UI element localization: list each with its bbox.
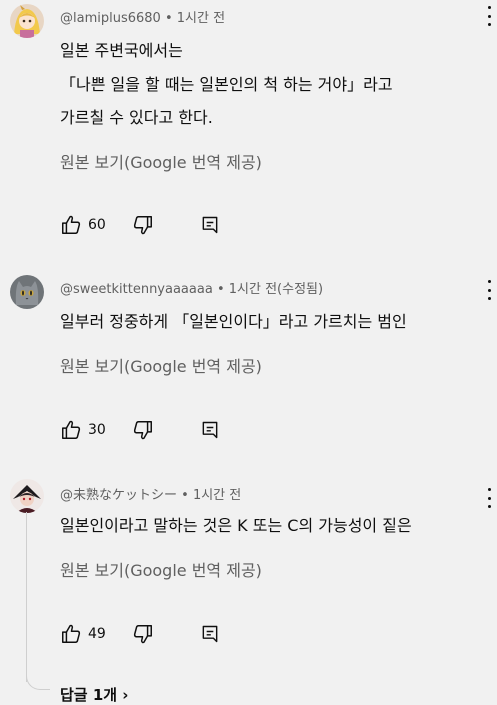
comment-meta: @sweetkittennyaaaaaa • 1시간 전(수정됨) — [60, 278, 323, 297]
comment-actions: 49 — [60, 622, 220, 646]
thumbs-up-icon — [62, 215, 81, 234]
like-button[interactable]: 30 — [60, 419, 106, 441]
meta-separator: • — [160, 11, 177, 26]
like-count: 60 — [88, 217, 106, 233]
comment-actions: 60 — [60, 213, 220, 237]
thumbs-up-icon — [62, 420, 81, 439]
more-vert-icon[interactable] — [483, 6, 495, 26]
reply-button[interactable] — [200, 420, 220, 440]
comment-time[interactable]: 1시간 전(수정됨) — [229, 282, 323, 297]
like-count: 49 — [88, 626, 106, 642]
anime-girl-avatar[interactable] — [10, 4, 44, 38]
meta-separator: • — [177, 488, 193, 503]
more-vert-icon[interactable] — [483, 280, 495, 300]
dislike-button[interactable] — [132, 214, 154, 236]
comment-author[interactable]: @未熟なケットシー — [60, 488, 177, 503]
comment-meta: @未熟なケットシー • 1시간 전 — [60, 484, 241, 503]
reply-icon — [202, 216, 218, 234]
comment-author[interactable]: @sweetkittennyaaaaaa — [60, 282, 213, 297]
see-original-link[interactable]: 원본 보기(Google 번역 제공) — [60, 353, 262, 377]
thumbs-down-icon — [133, 625, 152, 644]
comment-meta: @lamiplus6680 • 1시간 전 — [60, 7, 225, 26]
more-vert-icon[interactable] — [483, 488, 495, 508]
comment-author[interactable]: @lamiplus6680 — [60, 11, 161, 26]
like-count: 30 — [88, 422, 106, 438]
reply-button[interactable] — [200, 215, 220, 235]
thread-connector-curve — [26, 662, 50, 690]
comment-text-line: 일부러 정중하게 「일본인이다」라고 가르치는 범인 — [60, 312, 407, 331]
comment-text-line: 가르칠 수 있다고 한다. — [60, 108, 213, 127]
see-original-link[interactable]: 원본 보기(Google 번역 제공) — [60, 557, 262, 581]
like-button[interactable]: 49 — [60, 623, 106, 645]
see-original-link[interactable]: 원본 보기(Google 번역 제공) — [60, 149, 262, 173]
reply-icon — [202, 421, 218, 439]
comment-actions: 30 — [60, 418, 220, 442]
cat-avatar[interactable] — [10, 275, 44, 309]
like-button[interactable]: 60 — [60, 214, 106, 236]
thumbs-down-icon — [133, 216, 152, 235]
reply-button[interactable] — [200, 624, 220, 644]
comment-text-line: 일본 주변국에서는 — [60, 41, 183, 60]
dislike-button[interactable] — [132, 419, 154, 441]
comment-time[interactable]: 1시간 전 — [177, 11, 225, 26]
thumbs-down-icon — [133, 421, 152, 440]
character-avatar[interactable] — [10, 479, 44, 513]
comment-text-line: 일본인이라고 말하는 것은 K 또는 C의 가능성이 짙은 — [60, 516, 412, 535]
thumbs-up-icon — [62, 624, 81, 643]
comment-text-line: 「나쁜 일을 할 때는 일본인의 척 하는 거야」라고 — [60, 75, 393, 94]
comment-time[interactable]: 1시간 전 — [193, 488, 241, 503]
view-replies-link[interactable]: 답글 1개 › — [60, 684, 128, 705]
thread-connector-line — [26, 512, 27, 682]
dislike-button[interactable] — [132, 623, 154, 645]
reply-icon — [202, 625, 218, 643]
meta-separator: • — [212, 282, 229, 297]
